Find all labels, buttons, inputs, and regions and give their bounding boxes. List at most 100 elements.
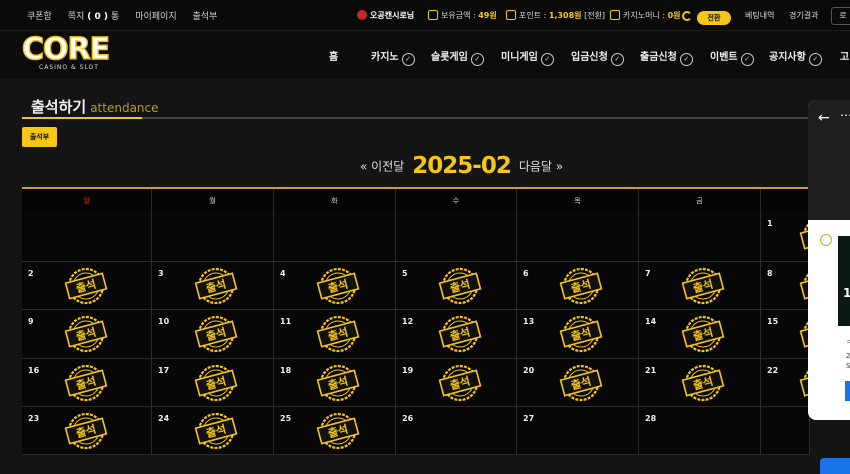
calendar-day-cell: 2 출석 [22,262,152,310]
attendance-link[interactable]: 출석부 [192,12,217,22]
logo-text: CORE [21,31,111,68]
calendar-day-cell: 23 출석 [22,407,152,455]
next-month-link[interactable]: 다음달 » [519,160,563,174]
attendance-stamp-icon: 출석 [64,267,108,305]
calendar-day-cell: 26 [396,407,517,455]
nav-deposit-label: 입금신청 [571,52,608,63]
day-number: 22 [767,366,779,375]
calendar-day-cell: 24 출석 [152,407,274,455]
convert-button[interactable]: 전환 [697,11,731,25]
attendance-stamp-icon: 출석 [64,315,108,353]
nav-event[interactable]: 이벤트 ✓ [710,48,754,66]
day-number: 8 [767,269,773,278]
weekday-header: 목 [517,189,639,214]
attendance-stamp-icon: 출석 [681,315,725,353]
popup-action-button[interactable] [845,381,850,401]
chevron-circle-icon: ✓ [401,53,415,66]
popup-line-3: S [846,362,850,370]
calendar-header: 일월화수목금 [22,187,810,214]
point-value: 1,308원 [548,11,582,20]
calendar-day-cell: 17 출석 [152,359,274,407]
nav-home[interactable]: 홈 [329,48,338,63]
day-number: 13 [523,317,535,326]
calendar-day-cell: 3 출석 [152,262,274,310]
attendance-stamp-icon: 출석 [64,412,108,450]
calendar-day-cell: 9 출석 [22,310,152,359]
point-convert-link[interactable]: [전환] [584,11,605,20]
notes-suffix: 통 [111,12,120,22]
bet-history-link[interactable]: 베팅내역 [745,10,774,21]
popup-line-2: 2 [846,352,850,360]
nav-deposit[interactable]: 입금신청 ✓ [571,48,624,66]
attendance-stamp-icon: 출석 [559,267,603,305]
attendance-stamp-icon: 출석 [316,364,360,402]
notes-count: ( 0 ) [87,12,109,22]
calendar-day-cell: 21 출석 [639,359,761,407]
nav-casino[interactable]: 카지노 ✓ [371,48,415,66]
calendar-day-cell: 15출석 [761,310,843,359]
nav-withdraw[interactable]: 출금신청 ✓ [640,48,693,66]
attendance-book-button[interactable]: 출석부 [22,127,57,147]
prev-month-link[interactable]: « 이전달 [360,160,404,174]
username: 오공캔시로님 [370,11,415,20]
popup-thumbnail[interactable]: 1 [838,236,850,326]
nav-casino-label: 카지노 [371,52,399,63]
user-icon [357,10,367,20]
login-button[interactable]: 로 [831,7,850,25]
chevron-circle-icon: ✓ [540,53,554,66]
emoji-icon[interactable] [820,234,832,246]
calendar-day-cell: 25 출석 [274,407,396,455]
casino-money-info: 카지노머니 : 0원 [610,10,681,21]
weekday-header: 월 [152,189,274,214]
nav-slot[interactable]: 슬롯게임 ✓ [431,48,484,66]
casino-money-value: 0원 [667,11,681,20]
page-subtitle: attendance [90,101,159,115]
coupon-link[interactable]: 쿠폰함 [27,12,52,22]
calendar-day-cell [22,212,152,262]
more-icon[interactable]: ⋯ [840,108,850,122]
results-link[interactable]: 경기결과 [789,10,818,21]
top-links: 쿠폰함 쪽지( 0 ) 통 마이페이지 출석부 [27,9,230,22]
chevron-circle-icon: ✓ [610,53,624,66]
calendar-day-cell: 1출석 [761,212,843,262]
attendance-stamp-icon: 출석 [559,364,603,402]
calendar-day-cell [396,212,517,262]
day-number: 5 [402,269,408,278]
day-number: 18 [280,366,292,375]
calendar-day-cell: 4 출석 [274,262,396,310]
attendance-stamp-icon: 출석 [316,315,360,353]
calendar-day-cell: 10 출석 [152,310,274,359]
chat-button[interactable] [820,458,850,474]
chevron-circle-icon: ✓ [679,53,693,66]
attendance-stamp-icon: 출석 [438,267,482,305]
calendar-day-cell: 27 [517,407,639,455]
nav-more[interactable]: 고 [840,48,849,63]
day-number: 21 [645,366,657,375]
title-divider [22,117,808,119]
chevron-circle-icon: ✓ [740,53,754,66]
calendar-day-cell: 19 출석 [396,359,517,407]
nav-minigame[interactable]: 미니게임 ✓ [501,48,554,66]
notes-link[interactable]: 쪽지( 0 ) 통 [68,12,120,22]
day-number: 16 [28,366,40,375]
site-logo[interactable]: CORE CASINO & SLOT [21,31,122,74]
attendance-stamp-icon: 출석 [194,412,238,450]
day-number: 25 [280,414,292,423]
calendar-day-cell [152,212,274,262]
day-number: 26 [402,414,414,423]
refresh-icon[interactable] [682,11,692,21]
back-arrow-icon[interactable]: ← [818,110,830,126]
calendar-day-cell: 12 출석 [396,310,517,359]
mypage-link[interactable]: 마이페이지 [135,12,176,22]
nav-notice[interactable]: 공지사항 ✓ [769,48,822,66]
attendance-stamp-icon: 출석 [316,267,360,305]
popup-line-1: ㅋ [846,339,850,347]
nav-home-label: 홈 [329,52,339,63]
calendar-day-cell: 18 출석 [274,359,396,407]
day-number: 11 [280,317,292,326]
calendar-day-cell: 20 출석 [517,359,639,407]
casino-money-icon [610,10,620,20]
day-number: 2 [28,269,34,278]
chevron-circle-icon: ✓ [808,53,822,66]
calendar-day-cell [517,212,639,262]
